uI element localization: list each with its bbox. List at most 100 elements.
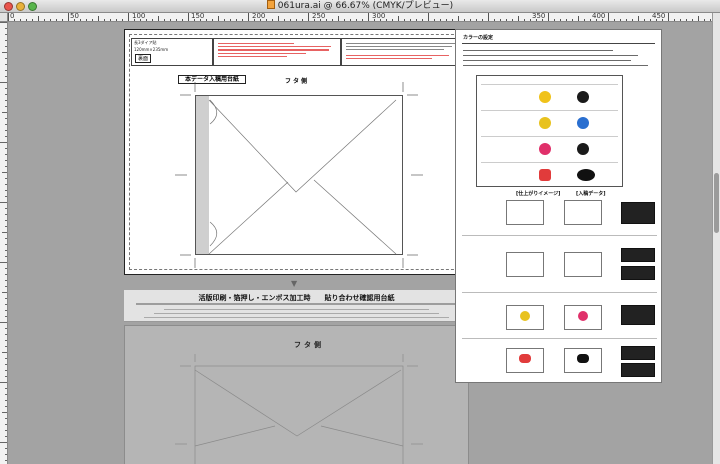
artboard-envelope-back[interactable]: 長3ダイア貼 120mm×235mm 裏面 本データ入稿用台紙 フタ側	[124, 29, 469, 275]
ruler-tick	[5, 346, 7, 347]
ruler-tick	[620, 19, 621, 21]
ruler-tick	[158, 16, 159, 21]
ruler-tick	[224, 19, 225, 21]
ruler-tick	[0, 22, 7, 23]
ruler-tick	[116, 19, 117, 21]
ruler-tick	[2, 352, 7, 353]
ruler-tick	[5, 154, 7, 155]
ruler-tick	[2, 292, 7, 293]
swatch-black	[577, 91, 589, 103]
ruler-tick	[5, 298, 7, 299]
ruler-tick	[80, 19, 81, 21]
ruler-tick	[86, 19, 87, 21]
scrollbar-thumb[interactable]	[714, 173, 719, 233]
ruler-tick	[5, 58, 7, 59]
ruler-tick	[626, 19, 627, 21]
ruler-tick	[452, 19, 453, 21]
ruler-tick	[5, 124, 7, 125]
artboard-color-settings[interactable]: カラーの設定 [仕上がりイメージ] [入稿データ]	[455, 29, 662, 383]
text-line	[463, 65, 648, 67]
ruler-tick	[428, 13, 429, 21]
ruler-tick	[5, 208, 7, 209]
ruler-tick	[404, 19, 405, 21]
ruler-tick	[338, 16, 339, 21]
strip-text-line	[144, 317, 449, 318]
ruler-tick	[290, 19, 291, 21]
ruler-tick	[152, 19, 153, 21]
illustrator-window: 061ura.ai @ 66.67% (CMYK/プレビュー) 0 50 100…	[0, 0, 720, 464]
text-line	[463, 55, 638, 57]
preview-card	[506, 252, 544, 277]
ruler-tick	[5, 64, 7, 65]
dark-preview	[621, 248, 655, 262]
ruler-tick	[386, 19, 387, 21]
dark-preview	[621, 346, 655, 360]
ruler-tick	[5, 28, 7, 29]
ruler-tick	[554, 19, 555, 21]
dark-preview	[621, 266, 655, 280]
ruler-tick	[5, 136, 7, 137]
ruler-tick	[5, 424, 7, 425]
ruler-tick	[494, 19, 495, 21]
ruler-tick	[122, 19, 123, 21]
ruler-tick	[614, 19, 615, 21]
dark-preview	[621, 202, 655, 224]
ruler-tick	[56, 19, 57, 21]
ruler-tick	[206, 19, 207, 21]
ruler-tick	[662, 19, 663, 21]
ruler-tick	[698, 16, 699, 21]
ruler-tick	[680, 19, 681, 21]
ruler-tick	[566, 19, 567, 21]
ruler-tick	[128, 13, 129, 21]
ruler-tick	[14, 19, 15, 21]
ruler-tick	[5, 340, 7, 341]
ruler-tick	[5, 274, 7, 275]
ruler-tick	[188, 13, 189, 21]
ruler-tick	[350, 19, 351, 21]
ruler-tick	[5, 250, 7, 251]
ruler-origin[interactable]	[0, 13, 8, 22]
ruler-tick	[5, 238, 7, 239]
ruler-tick	[5, 334, 7, 335]
ruler-tick	[5, 370, 7, 371]
vertical-scrollbar[interactable]	[712, 13, 720, 464]
color-row	[481, 110, 618, 134]
swatch-magenta	[578, 311, 588, 321]
ruler-tick	[440, 19, 441, 21]
artboard-title-strip[interactable]: 活版印刷・箔押し・エンボス加工時 貼り合わせ確認用台紙	[124, 290, 469, 322]
ruler-tick	[578, 16, 579, 21]
ruler-tick	[68, 13, 69, 21]
ruler-tick	[704, 19, 705, 21]
ruler-tick	[140, 19, 141, 21]
horizontal-ruler[interactable]: 0 50 100 150 200 250 300 350 400 450	[8, 13, 712, 22]
ruler-tick	[5, 448, 7, 449]
ruler-tick	[5, 268, 7, 269]
ruler-tick	[272, 19, 273, 21]
ruler-tick	[422, 19, 423, 21]
ruler-tick	[5, 286, 7, 287]
vertical-ruler[interactable]	[0, 22, 8, 464]
swatch-red	[519, 354, 531, 363]
ruler-tick	[5, 130, 7, 131]
text-line	[463, 50, 613, 52]
canvas[interactable]: 長3ダイア貼 120mm×235mm 裏面 本データ入稿用台紙 フタ側 ▼ 活版…	[9, 23, 712, 464]
ruler-tick	[5, 118, 7, 119]
ruler-tick	[602, 19, 603, 21]
ruler-tick	[212, 19, 213, 21]
ruler-tick	[5, 418, 7, 419]
window-title: 061ura.ai @ 66.67% (CMYK/プレビュー)	[0, 0, 720, 13]
ruler-tick	[8, 13, 9, 21]
artboard-confirmation[interactable]: フタ側	[124, 325, 469, 464]
divider	[462, 338, 657, 339]
strip-text-line	[154, 313, 439, 314]
divider	[462, 235, 657, 236]
ruler-tick	[476, 19, 477, 21]
ruler-tick	[482, 19, 483, 21]
strip-divider	[136, 303, 457, 305]
preview-card	[506, 305, 544, 330]
ruler-tick	[470, 19, 471, 21]
ruler-tick	[50, 19, 51, 21]
ruler-tick	[2, 412, 7, 413]
ruler-tick	[5, 436, 7, 437]
title-bar[interactable]: 061ura.ai @ 66.67% (CMYK/プレビュー)	[0, 0, 720, 13]
